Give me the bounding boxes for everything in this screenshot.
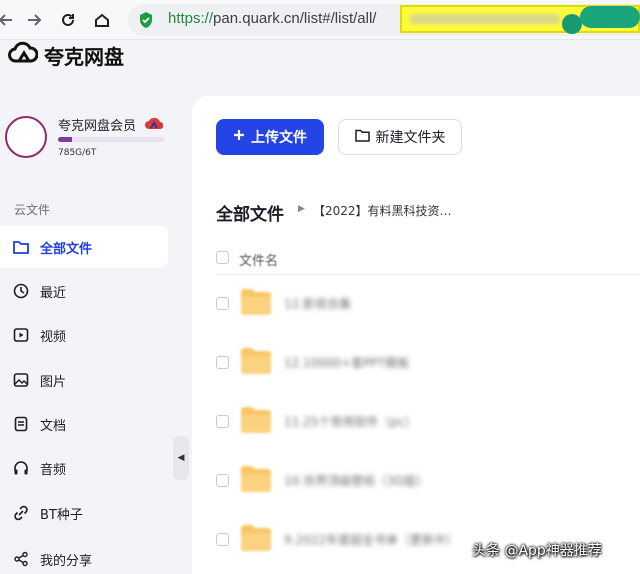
url-text: https://pan.quark.cn/list#/list/all/ (168, 10, 377, 27)
file-row[interactable]: 12.影视合集 (192, 274, 640, 333)
extension-icon[interactable] (562, 14, 582, 34)
folder-icon (240, 465, 272, 497)
storage-bar (58, 137, 164, 142)
document-icon (12, 415, 30, 433)
row-checkbox[interactable] (216, 356, 229, 369)
sidebar-item-label: 视频 (40, 329, 67, 345)
file-name[interactable]: 12.影视合集 (284, 295, 351, 312)
home-icon[interactable] (90, 8, 114, 32)
avatar[interactable] (5, 116, 47, 158)
sidebar-item-label: 文档 (40, 418, 67, 434)
sidebar-item-label: 音频 (40, 462, 67, 478)
sidebar-collapse-button[interactable]: ◀ (173, 436, 189, 480)
watermark: 头条 @App神器推荐 (472, 543, 602, 559)
folder-icon (240, 406, 272, 438)
sidebar-item-label: 图片 (40, 374, 67, 390)
section-title: 云文件 (14, 203, 51, 217)
breadcrumb-separator-icon: ▶ (298, 204, 305, 214)
file-name[interactable]: 10.世界顶级壁纸（3D版） (284, 472, 428, 489)
cloud-logo-icon (8, 41, 39, 69)
sidebar-item-label: BT种子 (40, 507, 83, 523)
file-row[interactable]: 10.世界顶级壁纸（3D版） (192, 451, 640, 510)
vip-badge-icon (145, 116, 164, 135)
sidebar-item-bt-seed[interactable]: BT种子 (0, 492, 168, 534)
file-name[interactable]: 9.2022年度超全书单（更新中） (284, 531, 458, 548)
app-logo[interactable]: 夸克网盘 (8, 40, 124, 70)
chevron-left-icon: ◀ (177, 453, 185, 463)
sidebar-item-video[interactable]: 视频 (0, 314, 168, 356)
folder-icon (240, 524, 272, 556)
sidebar-item-label: 最近 (40, 285, 67, 301)
file-name[interactable]: 11.25个常用软件（pc） (284, 413, 417, 430)
browser-toolbar: https://pan.quark.cn/list#/list/all/ (0, 0, 640, 40)
membership-label: 夸克网盘会员 (58, 119, 137, 134)
folder-icon (240, 288, 272, 320)
main-panel: 上传文件 新建文件夹 全部文件 ▶ 【2022】有料黑科技资… 文件名 12.影… (192, 96, 640, 574)
secure-shield-icon (138, 11, 154, 33)
column-header-name[interactable]: 文件名 (239, 250, 278, 269)
upload-label: 上传文件 (251, 130, 307, 146)
share-icon (12, 550, 30, 568)
sidebar-item-label: 我的分享 (40, 553, 93, 569)
upload-button[interactable]: 上传文件 (216, 119, 324, 155)
folder-icon (240, 347, 272, 379)
row-checkbox[interactable] (216, 533, 229, 546)
new-folder-label: 新建文件夹 (375, 130, 446, 146)
select-all-checkbox[interactable] (216, 251, 229, 264)
bt-seed-icon (12, 504, 30, 522)
image-icon (12, 371, 30, 389)
sidebar-item-label: 全部文件 (40, 241, 93, 257)
clock-icon (12, 282, 30, 300)
file-row[interactable]: 12.10000+套PPT模板 (192, 333, 640, 392)
folder-icon (12, 238, 30, 256)
folder-outline-icon (354, 129, 370, 146)
video-icon (12, 326, 30, 344)
profile-badge[interactable] (580, 6, 640, 28)
file-row[interactable]: 11.25个常用软件（pc） (192, 392, 640, 451)
new-folder-button[interactable]: 新建文件夹 (338, 119, 462, 155)
reload-icon[interactable] (56, 8, 80, 32)
file-name[interactable]: 12.10000+套PPT模板 (284, 354, 409, 371)
forward-icon[interactable] (22, 8, 46, 32)
sidebar-item-my-share[interactable]: 我的分享 (0, 538, 168, 574)
row-checkbox[interactable] (216, 297, 229, 310)
breadcrumb-root[interactable]: 全部文件 (216, 200, 284, 225)
storage-usage: 785G/6T (58, 148, 97, 158)
back-icon[interactable] (0, 8, 18, 32)
breadcrumb-current[interactable]: 【2022】有料黑科技资… (313, 202, 452, 219)
row-checkbox[interactable] (216, 415, 229, 428)
sidebar-item-all-files[interactable]: 全部文件 (0, 226, 168, 268)
sidebar-item-document[interactable]: 文档 (0, 403, 168, 445)
sidebar-item-audio[interactable]: 音频 (0, 447, 168, 489)
app-name: 夸克网盘 (44, 44, 124, 69)
sidebar-item-recent[interactable]: 最近 (0, 270, 168, 312)
row-checkbox[interactable] (216, 474, 229, 487)
sidebar-item-image[interactable]: 图片 (0, 359, 168, 401)
plus-icon (233, 129, 245, 145)
headphones-icon (12, 459, 30, 477)
